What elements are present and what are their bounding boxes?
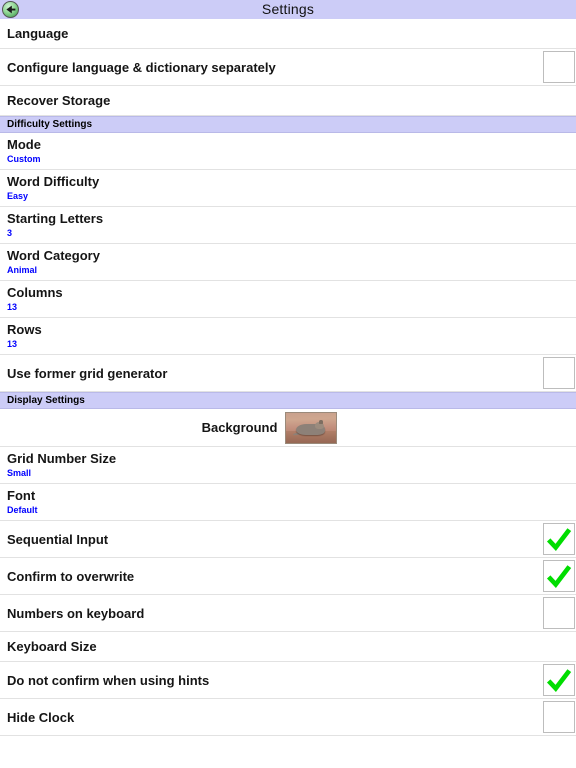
section-header-difficulty-settings: Difficulty Settings	[0, 116, 576, 133]
checkbox-numbers-on-keyboard[interactable]	[543, 597, 575, 629]
row-columns[interactable]: Columns 13	[0, 281, 576, 318]
row-value: 3	[7, 228, 13, 238]
row-label: Use former grid generator	[7, 365, 168, 381]
row-label: Recover Storage	[7, 93, 111, 108]
row-label: Do not confirm when using hints	[7, 672, 210, 688]
row-value: Default	[7, 505, 38, 515]
checkbox-hide-clock[interactable]	[543, 701, 575, 733]
row-label: Language	[7, 26, 69, 41]
row-value: Small	[7, 468, 32, 478]
settings-section-general: Language Configure language & dictionary…	[0, 19, 576, 116]
row-sequential-input[interactable]: Sequential Input	[0, 521, 576, 558]
row-label: Columns	[7, 285, 63, 300]
row-hide-clock[interactable]: Hide Clock	[0, 699, 576, 736]
row-font[interactable]: Font Default	[0, 484, 576, 521]
row-recover-storage[interactable]: Recover Storage	[0, 86, 576, 116]
row-confirm-to-overwrite[interactable]: Confirm to overwrite	[0, 558, 576, 595]
row-label: Word Difficulty	[7, 174, 100, 189]
background-thumbnail-animal-photo[interactable]	[285, 411, 338, 444]
row-background[interactable]: Background	[0, 409, 576, 447]
row-label: Starting Letters	[7, 211, 104, 226]
row-keyboard-size[interactable]: Keyboard Size	[0, 632, 576, 662]
row-label: Hide Clock	[7, 709, 75, 725]
row-numbers-on-keyboard[interactable]: Numbers on keyboard	[0, 595, 576, 632]
settings-section-difficulty: Difficulty Settings Mode Custom Word Dif…	[0, 116, 576, 392]
row-configure-language-separately[interactable]: Configure language & dictionary separate…	[0, 49, 576, 86]
row-label: Configure language & dictionary separate…	[7, 59, 276, 75]
row-grid-number-size[interactable]: Grid Number Size Small	[0, 447, 576, 484]
row-label: Rows	[7, 322, 42, 337]
row-word-category[interactable]: Word Category Animal	[0, 244, 576, 281]
row-value: 13	[7, 339, 18, 349]
checkbox-use-former-grid-generator[interactable]	[543, 357, 575, 389]
row-label: Sequential Input	[7, 531, 109, 547]
thumbnail-animal-ear	[319, 420, 323, 424]
checkbox-configure-language-separately[interactable]	[543, 51, 575, 83]
row-value: 13	[7, 302, 18, 312]
row-use-former-grid-generator[interactable]: Use former grid generator	[0, 355, 576, 392]
checkbox-sequential-input[interactable]	[543, 523, 575, 555]
section-header-display-settings: Display Settings	[0, 392, 576, 409]
page-title: Settings	[261, 1, 315, 17]
checkbox-confirm-to-overwrite[interactable]	[543, 560, 575, 592]
section-header-label: Display Settings	[7, 395, 85, 406]
settings-section-display: Display Settings Background Grid Number …	[0, 392, 576, 736]
row-label: Grid Number Size	[7, 451, 117, 466]
row-label: Background	[201, 420, 278, 435]
row-do-not-confirm-when-using-hints[interactable]: Do not confirm when using hints	[0, 662, 576, 699]
section-header-label: Difficulty Settings	[7, 119, 93, 130]
row-label: Keyboard Size	[7, 639, 97, 654]
row-value: Easy	[7, 191, 29, 201]
row-mode[interactable]: Mode Custom	[0, 133, 576, 170]
row-label: Confirm to overwrite	[7, 568, 135, 584]
row-label: Mode	[7, 137, 41, 152]
row-value: Custom	[7, 154, 41, 164]
checkbox-do-not-confirm-when-using-hints[interactable]	[543, 664, 575, 696]
title-bar: Settings	[0, 0, 576, 19]
row-starting-letters[interactable]: Starting Letters 3	[0, 207, 576, 244]
row-rows[interactable]: Rows 13	[0, 318, 576, 355]
row-label: Word Category	[7, 248, 100, 263]
row-language[interactable]: Language	[0, 19, 576, 49]
back-arrow-icon[interactable]	[2, 1, 19, 18]
row-word-difficulty[interactable]: Word Difficulty Easy	[0, 170, 576, 207]
row-label: Numbers on keyboard	[7, 605, 145, 621]
row-value: Animal	[7, 265, 38, 275]
row-label: Font	[7, 488, 36, 503]
